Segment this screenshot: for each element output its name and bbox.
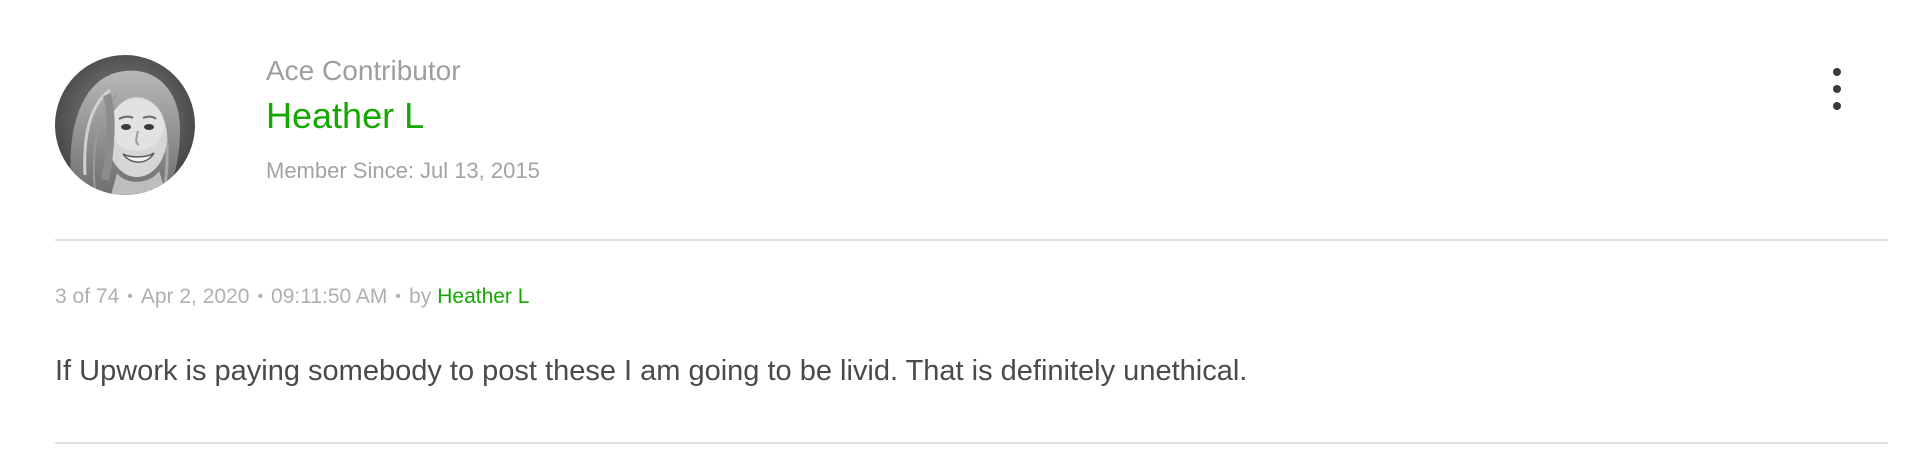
post-body: If Upwork is paying somebody to post the… [55, 355, 1248, 387]
author-rank: Ace Contributor [266, 55, 461, 86]
menu-dot [1833, 85, 1841, 93]
menu-dot [1833, 102, 1841, 110]
post-date: Apr 2, 2020 [140, 285, 250, 308]
menu-dot [1833, 68, 1841, 76]
footer-divider [55, 442, 1888, 444]
forum-post: Ace Contributor Heather L Member Since: J… [0, 0, 1920, 466]
meta-separator: • [395, 288, 402, 306]
avatar-photo [55, 55, 195, 195]
post-position: 3 of 74 [55, 285, 120, 308]
member-since-label: Member Since: [266, 158, 414, 183]
avatar[interactable] [55, 55, 195, 195]
header-divider [55, 239, 1888, 241]
post-author-link[interactable]: Heather L [437, 285, 529, 308]
author-header: Ace Contributor Heather L Member Since: J… [55, 55, 1905, 195]
by-label: by [409, 285, 432, 308]
more-options-button[interactable] [1828, 68, 1846, 112]
meta-separator: • [257, 288, 264, 306]
meta-separator: • [127, 288, 133, 306]
post-meta: 3 of 74 • Apr 2, 2020 • 09:11:50 AM • by Heathe… [55, 284, 529, 310]
member-since-date: Jul 13, 2015 [419, 158, 540, 183]
member-since: Member Since: Jul 13, 2015 [266, 158, 540, 184]
post-time: 09:11:50 AM [271, 285, 388, 308]
author-name-link[interactable]: Heather L [266, 95, 424, 137]
